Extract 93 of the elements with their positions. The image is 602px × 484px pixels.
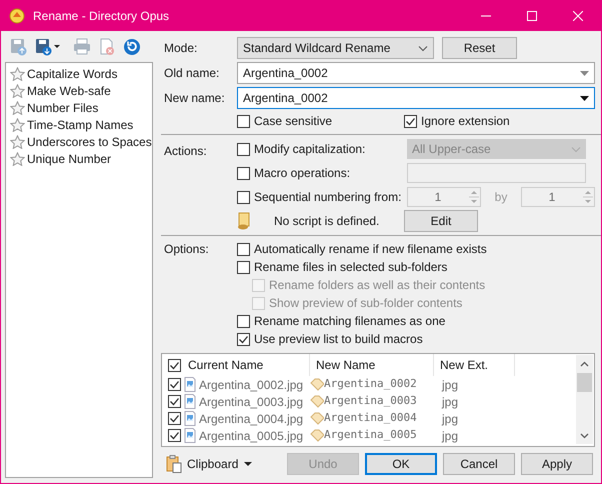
old-name-label: Old name: — [163, 65, 220, 82]
preset-item[interactable]: Make Web-safe — [27, 82, 111, 100]
actions-label: Actions: — [163, 143, 208, 160]
preset-item[interactable]: Underscores to Spaces — [27, 132, 152, 150]
image-file-icon — [184, 377, 196, 392]
dialog-button[interactable]: Cancel — [443, 453, 515, 475]
dialog-button[interactable]: OK — [365, 453, 437, 475]
star-icon — [10, 66, 25, 80]
file-name: Argentina_0003.jpg — [199, 394, 304, 410]
checkbox-label: Use preview list to build macros — [254, 331, 423, 348]
column-header[interactable]: New Name — [316, 356, 376, 374]
scrollbar-drawing[interactable] — [576, 355, 593, 444]
file-name: Argentina_0004.jpg — [199, 410, 304, 428]
checkbox[interactable] — [237, 242, 250, 256]
file-name: Argentina_0002.jpg — [199, 376, 304, 394]
checkbox[interactable] — [404, 114, 417, 128]
column-header[interactable]: New Ext. — [440, 356, 488, 374]
options-label: Options: — [163, 241, 210, 258]
mode-label: Mode: — [163, 40, 198, 57]
checkbox[interactable] — [237, 166, 250, 180]
image-file-icon — [184, 428, 196, 443]
app-icon — [9, 8, 25, 24]
checkbox-label: Automatically rename if new filename exists — [254, 241, 487, 258]
file-extension: jpg — [440, 394, 458, 410]
star-icon — [10, 100, 25, 114]
file-extension: jpg — [440, 376, 458, 394]
caret-icon — [244, 462, 252, 466]
reset-button[interactable]: Reset — [442, 37, 517, 59]
dropdown-arrow-icon — [580, 96, 589, 100]
preset-item[interactable]: Number Files — [27, 98, 98, 116]
refresh-icon[interactable] — [123, 38, 141, 56]
checkbox[interactable] — [237, 114, 250, 128]
checkbox[interactable] — [168, 395, 181, 408]
checkbox-label: Rename files in selected sub-folders — [254, 259, 448, 276]
checkbox[interactable] — [168, 429, 181, 442]
new-file-name: Argentina_0003 — [324, 393, 417, 410]
new-file-name: Argentina_0004 — [324, 410, 417, 426]
checkbox[interactable] — [168, 358, 181, 372]
file-name: Argentina_0005.jpg — [199, 428, 304, 444]
tag-icon — [310, 395, 324, 408]
star-icon — [10, 152, 25, 166]
close-icon[interactable] — [573, 11, 583, 21]
preset-item[interactable]: Time-Stamp Names — [27, 116, 134, 134]
star-icon — [10, 84, 25, 98]
checkbox[interactable] — [237, 314, 250, 328]
scroll-icon — [237, 212, 251, 230]
checkbox-label: Ignore extension — [421, 113, 510, 130]
preset-item[interactable]: Unique Number — [27, 150, 112, 168]
clipboard-menu-button[interactable]: Clipboard — [187, 455, 252, 473]
tag-icon — [310, 412, 324, 425]
edit-button[interactable]: Edit — [404, 210, 478, 232]
maximize-icon[interactable] — [527, 11, 537, 21]
macro-input-field[interactable] — [407, 163, 586, 183]
new-file-name: Argentina_0005 — [324, 427, 417, 444]
checkbox-label: Rename folders as well as their contents — [269, 277, 486, 294]
save-menu-icon[interactable] — [35, 38, 61, 56]
file-extension: jpg — [440, 410, 458, 428]
mode-dropdown[interactable]: Standard Wildcard Rename — [237, 37, 434, 59]
old-name-combo-field[interactable]: Argentina_0002 — [237, 62, 595, 84]
checkbox[interactable] — [168, 378, 181, 391]
checkbox-label: Rename matching filenames as one — [254, 313, 446, 330]
dropdown-arrow-icon — [580, 70, 589, 76]
chevron-down-icon — [571, 146, 581, 152]
checkbox[interactable] — [237, 142, 250, 156]
new-name-combo-field[interactable]: Argentina_0002 — [237, 87, 595, 109]
chevron-down-icon — [418, 44, 428, 52]
checkbox[interactable] — [237, 260, 250, 274]
checkbox-label: Sequential numbering from: — [254, 189, 402, 206]
tag-icon — [310, 378, 324, 391]
checkbox-label: Modify capitalization: — [254, 141, 366, 158]
checkbox[interactable] — [237, 190, 250, 204]
tag-icon — [310, 429, 324, 442]
file-extension: jpg — [440, 428, 458, 444]
window-title: Rename - Directory Opus — [33, 8, 170, 25]
image-file-icon — [184, 411, 196, 426]
image-file-icon — [184, 394, 196, 409]
checkbox[interactable] — [237, 332, 250, 346]
by-label: by — [494, 189, 508, 206]
star-icon — [10, 134, 25, 148]
clipboard-icon — [166, 455, 182, 473]
column-header[interactable]: Current Name — [188, 356, 264, 374]
start-number-spinner[interactable]: 1 — [407, 187, 481, 207]
checkbox-label: Macro operations: — [254, 165, 352, 182]
new-file-name: Argentina_0002 — [324, 376, 417, 392]
script-status-text: No script is defined. — [274, 213, 380, 230]
star-icon — [10, 118, 25, 132]
new-name-label: New name: — [163, 90, 226, 107]
checkbox[interactable] — [168, 412, 181, 425]
checkbox-label: Show preview of sub-folder contents — [269, 295, 462, 312]
step-number-spinner[interactable]: 1 — [521, 187, 595, 207]
dialog-button[interactable]: Apply — [521, 453, 593, 475]
checkbox-label: Case sensitive — [254, 113, 332, 130]
preset-item[interactable]: Capitalize Words — [27, 64, 118, 82]
